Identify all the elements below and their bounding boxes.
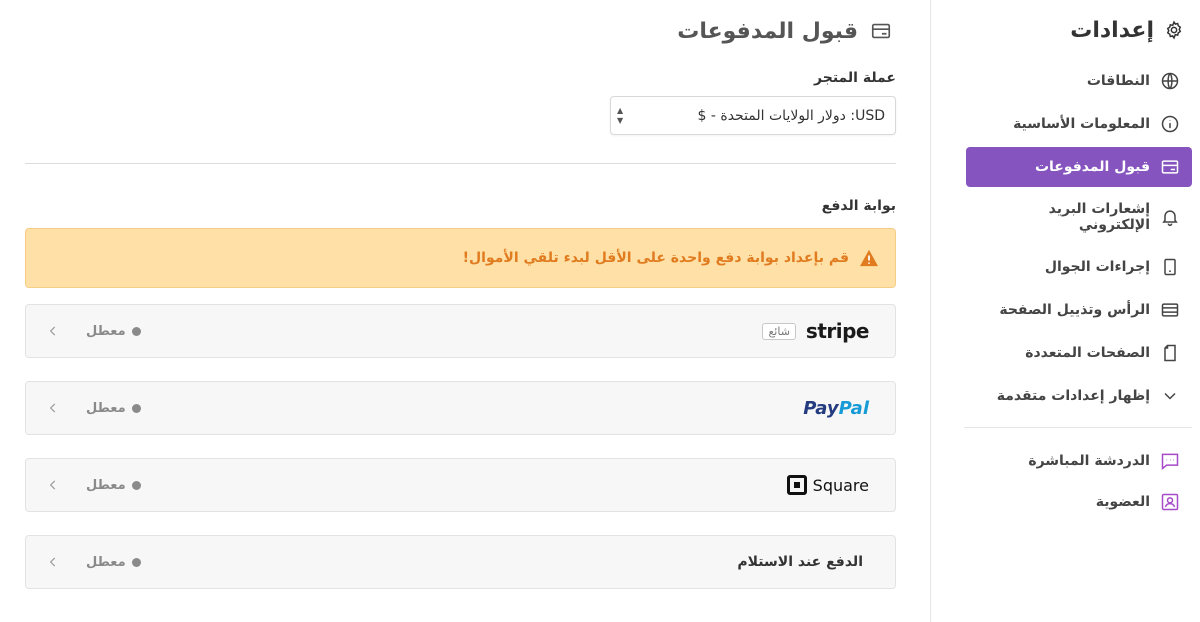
settings-sidebar: إعدادات النطاقات المعلومات الأساسية قبول… [930,0,1200,622]
sidebar-item-label: إشعارات البريد الإلكتروني [1048,201,1150,233]
page-title: قبول المدفوعات [677,18,858,44]
payment-card-icon [870,20,892,42]
payment-gateway-label: بوابة الدفع [821,198,896,214]
sidebar-item-email-notifications[interactable]: إشعارات البريد الإلكتروني [966,192,1192,242]
status-indicator: معطل [86,401,141,416]
status-dot [131,326,141,336]
payment-card-icon [1160,157,1180,177]
page-header: قبول المدفوعات [677,14,892,48]
section-divider [25,163,896,164]
gateway-row-stripe[interactable]: شائع stripe معطل [25,304,896,358]
chevron-left-icon [49,557,56,567]
cash-on-delivery-label: الدفع عند الاستلام [737,554,863,570]
sidebar-item-label: قبول المدفوعات [1034,159,1150,175]
sidebar-title: إعدادات [1070,17,1154,43]
status-text: معطل [86,477,126,493]
gateway-logo: Square [786,459,869,511]
paypal-logo: PayPal [803,397,869,419]
sidebar-item-label: العضوية [1095,494,1150,510]
sidebar-item-header-footer[interactable]: الرأس وتذييل الصفحة [966,290,1192,330]
gateway-row-paypal[interactable]: PayPal معطل [25,381,896,435]
status-text: معطل [86,400,126,416]
status-text: معطل [86,554,126,570]
sidebar-item-label: إظهار إعدادات متقدمة [996,388,1150,404]
stripe-logo: stripe [805,319,870,343]
gateway-status: معطل [46,459,141,511]
main-content: قبول المدفوعات عملة المتجر USD: دولار ال… [25,0,896,622]
gateway-status: معطل [46,305,141,357]
sidebar-item-show-advanced[interactable]: إظهار إعدادات متقدمة [966,376,1192,416]
chevron-down-icon [1160,386,1180,406]
info-icon [1160,114,1180,134]
sidebar-item-label: الصفحات المتعددة [1025,345,1150,361]
sidebar-item-live-chat[interactable]: الدردشة المباشرة [966,441,1192,481]
sidebar-item-accept-payments[interactable]: قبول المدفوعات [966,147,1192,187]
gateway-logo: الدفع عند الاستلام [737,536,863,588]
sidebar-header: إعدادات [1070,14,1184,46]
sidebar-item-domains[interactable]: النطاقات [966,61,1192,101]
sidebar-item-label: إجراءات الجوال [1044,259,1150,275]
currency-value: USD: دولار الولايات المتحدة - $ [697,107,886,124]
chevron-left-icon [49,480,56,490]
status-text: معطل [86,323,126,339]
status-indicator: معطل [86,324,141,339]
status-indicator: معطل [86,555,141,570]
header-footer-icon [1160,300,1180,320]
pages-icon [1160,343,1180,363]
status-dot [131,480,141,490]
mobile-icon [1160,257,1180,277]
gateway-status: معطل [46,536,141,588]
sidebar-divider [964,427,1192,428]
alert-text: قم بإعداد بوابة دفع واحدة على الأقل لبدء… [462,250,849,266]
gateway-row-square[interactable]: Square معطل [25,458,896,512]
status-dot [131,557,141,567]
sidebar-item-label: الرأس وتذييل الصفحة [999,302,1150,318]
sidebar-item-label: المعلومات الأساسية [1013,116,1150,132]
square-logo: Square [786,475,869,495]
currency-label: عملة المتجر [814,70,896,86]
chevron-left-icon [49,326,56,336]
chat-icon [1160,451,1180,471]
warning-alert: قم بإعداد بوابة دفع واحدة على الأقل لبدء… [25,228,896,288]
sidebar-item-label: النطاقات [1086,73,1150,89]
globe-icon [1160,71,1180,91]
popular-badge: شائع [762,322,796,340]
gateway-status: معطل [46,382,141,434]
square-icon [786,475,807,495]
select-arrows-icon: ▲ ▼ [617,106,624,125]
warning-icon [859,249,879,267]
gateway-logo: PayPal [803,382,869,434]
sidebar-item-mobile-actions[interactable]: إجراءات الجوال [966,247,1192,287]
status-dot [131,403,141,413]
sidebar-item-membership[interactable]: العضوية [966,482,1192,522]
sidebar-item-basic-info[interactable]: المعلومات الأساسية [966,104,1192,144]
currency-select[interactable]: USD: دولار الولايات المتحدة - $ ▲ ▼ [610,96,896,135]
chevron-left-icon [49,403,56,413]
status-indicator: معطل [86,478,141,493]
sidebar-item-label: الدردشة المباشرة [1028,453,1150,469]
member-icon [1160,492,1180,512]
gateway-logo: شائع stripe [762,305,870,357]
bell-icon [1160,207,1180,227]
gateway-row-cash-on-delivery[interactable]: الدفع عند الاستلام معطل [25,535,896,589]
gear-icon [1164,20,1184,40]
sidebar-item-multiple-pages[interactable]: الصفحات المتعددة [966,333,1192,373]
